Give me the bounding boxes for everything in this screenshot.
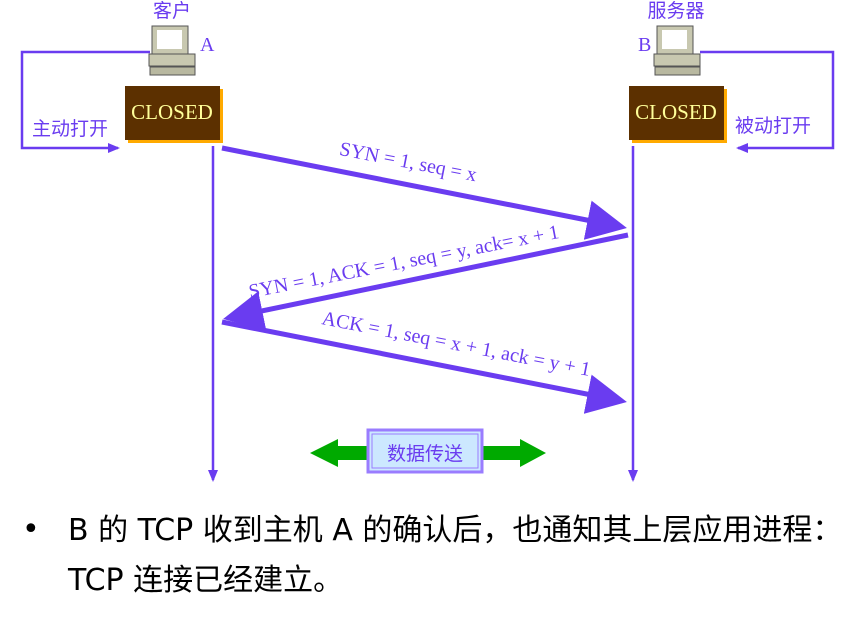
server-title: 服务器 (647, 0, 704, 22)
data-transfer-label: 数据传送 (387, 443, 463, 465)
client-state: CLOSED (131, 100, 213, 124)
bullet-text: B 的 TCP 收到主机 A 的确认后，也通知其上层应用进程：TCP 连接已经建… (68, 513, 843, 598)
syn-ack-label: SYN = 1, ACK = 1, seq = y, ack= x + 1 (247, 221, 561, 303)
server-host-label: B (638, 34, 651, 56)
syn-label: SYN = 1, seq = x (338, 138, 479, 186)
client-host-label: A (200, 34, 215, 56)
client-title: 客户 (153, 0, 191, 22)
server-state: CLOSED (635, 100, 717, 124)
active-open-label: 主动打开 (32, 118, 108, 140)
computer-icon (653, 25, 701, 76)
passive-open-label: 被动打开 (735, 115, 811, 137)
computer-icon (148, 25, 196, 76)
